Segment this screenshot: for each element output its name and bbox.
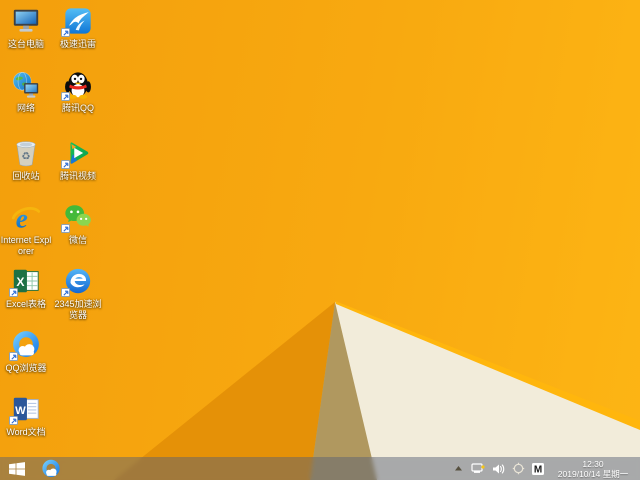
network-globe-icon <box>11 70 41 100</box>
desktop-icon-tencent-qq[interactable]: 腾讯QQ <box>52 70 104 114</box>
clock-date: 2019/10/14 星期一 <box>557 468 629 479</box>
shortcut-arrow-icon <box>61 28 70 37</box>
tencent-video-play-icon <box>61 138 93 169</box>
icon-label: 网络 <box>16 103 35 113</box>
taskbar: M 12:30 2019/10/14 星期一 <box>0 457 640 480</box>
icon-label: 腾讯QQ <box>61 103 94 113</box>
qq-browser-icon <box>42 459 60 477</box>
qq-penguin-icon <box>61 70 93 101</box>
volume-icon[interactable] <box>491 461 505 477</box>
desktop-icon-qq-browser[interactable]: QQ浏览器 <box>0 330 52 374</box>
wechat-bubbles-icon <box>61 202 93 233</box>
icon-label: Word文档 <box>6 427 46 437</box>
this-pc-icon <box>11 6 41 36</box>
desktop-icon-thunder-speed[interactable]: 极速迅雷 <box>52 6 104 50</box>
icon-label: QQ浏览器 <box>5 363 47 373</box>
recycle-bin-icon: ♻ <box>11 138 41 168</box>
2345-browser-icon <box>61 266 93 297</box>
start-button[interactable] <box>0 457 34 480</box>
excel-icon: X <box>9 266 41 297</box>
desktop-icon-network[interactable]: 网络 <box>0 70 52 114</box>
internet-explorer-icon: e <box>11 202 41 232</box>
taskbar-clock[interactable]: 12:30 2019/10/14 星期一 <box>551 459 635 479</box>
show-hidden-icons-button[interactable] <box>451 461 465 477</box>
icon-label: Internet Explorer <box>0 235 52 256</box>
taskbar-pinned-qq-browser[interactable] <box>34 457 68 480</box>
svg-text:X: X <box>16 275 25 289</box>
desktop-icon-wechat[interactable]: 微信 <box>52 202 104 246</box>
icon-label: 回收站 <box>12 171 40 181</box>
shortcut-arrow-icon <box>9 288 18 297</box>
network-status-icon[interactable] <box>471 461 485 477</box>
desktop-icon-2345-browser[interactable]: 2345加速浏览器 <box>52 266 104 320</box>
shortcut-arrow-icon <box>61 160 70 169</box>
qq-browser-icon <box>9 330 41 361</box>
icon-label: 这台电脑 <box>7 39 44 49</box>
shortcut-arrow-icon <box>61 288 70 297</box>
svg-text:♻: ♻ <box>21 152 30 163</box>
shortcut-arrow-icon <box>9 416 18 425</box>
word-icon: W <box>9 394 41 425</box>
icon-label: 微信 <box>68 235 87 245</box>
desktop-icon-internet-explorer[interactable]: e Internet Explorer <box>0 202 52 256</box>
icon-label: 腾讯视频 <box>59 171 96 181</box>
clock-time: 12:30 <box>582 458 604 469</box>
desktop-icon-excel[interactable]: X Excel表格 <box>0 266 52 310</box>
shortcut-arrow-icon <box>61 224 70 233</box>
shortcut-arrow-icon <box>61 92 70 101</box>
icon-label: 极速迅雷 <box>59 39 96 49</box>
desktop-icon-recycle-bin[interactable]: ♻ 回收站 <box>0 138 52 182</box>
thunder-bird-icon <box>61 6 93 37</box>
desktop: 这台电脑 极速迅雷 网络 腾讯QQ ♻ 回收站 腾讯视频 e Internet … <box>0 0 640 480</box>
icon-label: Excel表格 <box>5 299 46 309</box>
desktop-icon-this-pc[interactable]: 这台电脑 <box>0 6 52 50</box>
desktop-icon-tencent-video[interactable]: 腾讯视频 <box>52 138 104 182</box>
svg-text:M: M <box>534 464 542 475</box>
ime-mode-icon[interactable]: M <box>531 461 545 477</box>
system-tray: M 12:30 2019/10/14 星期一 <box>451 457 640 480</box>
windows-logo-icon <box>9 461 25 476</box>
input-indicator-icon[interactable] <box>511 461 525 477</box>
icon-label: 2345加速浏览器 <box>54 299 102 320</box>
shortcut-arrow-icon <box>9 352 18 361</box>
desktop-icon-word[interactable]: W Word文档 <box>0 394 52 438</box>
